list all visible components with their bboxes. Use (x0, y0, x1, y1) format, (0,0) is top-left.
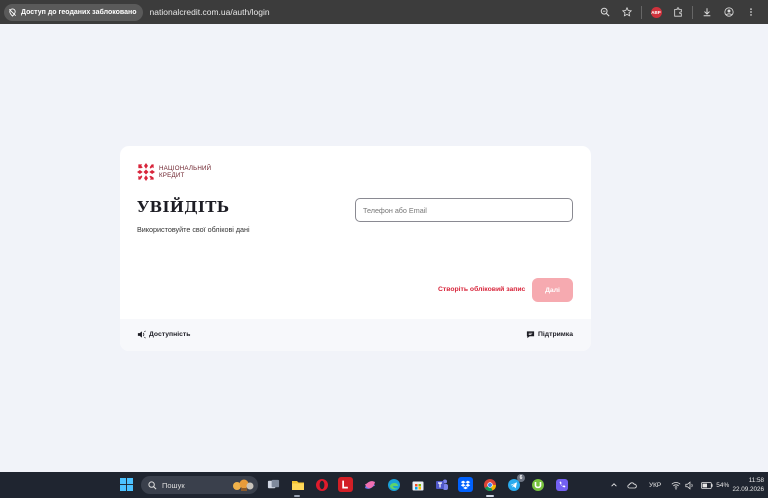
geo-blocked-label: Доступ до геоданих заблоковано (21, 8, 137, 16)
download-icon[interactable] (696, 0, 718, 24)
logo-ornament-icon (137, 163, 155, 181)
toolbar-divider (641, 5, 642, 19)
copilot-icon[interactable] (362, 477, 377, 492)
telegram-icon[interactable]: 6 (506, 474, 525, 492)
geo-blocked-chip[interactable]: Доступ до геоданих заблоковано (4, 3, 143, 21)
logo-text-line1: НАЦІОНАЛЬНИЙ (159, 165, 212, 172)
edge-browser-icon[interactable] (386, 477, 401, 492)
search-highlight-icon (231, 478, 255, 492)
windows-taskbar: Пошук 6 УКР 54% 11:58 22.09.2026 (0, 472, 768, 498)
teams-icon[interactable] (434, 477, 449, 492)
next-button[interactable]: Далі (532, 278, 573, 302)
login-title: УВІЙДІТЬ (137, 198, 230, 216)
system-tray: УКР 54% (607, 472, 729, 498)
taskbar-clock[interactable]: 11:58 22.09.2026 (732, 476, 764, 494)
address-bar-url[interactable]: nationalcredit.com.ua/auth/login (150, 7, 270, 17)
location-off-icon (8, 7, 17, 17)
windows-start-icon[interactable] (119, 477, 134, 492)
accessibility-link[interactable]: Доступність (137, 330, 190, 339)
task-view-icon[interactable] (266, 477, 281, 492)
dropbox-icon[interactable] (458, 477, 473, 492)
search-icon (148, 480, 157, 490)
national-credit-logo[interactable]: НАЦІОНАЛЬНИЙ КРЕДИТ (137, 163, 211, 181)
search-label: Пошук (162, 480, 185, 490)
taskbar-search[interactable]: Пошук (141, 476, 258, 494)
telegram-badge: 6 (517, 474, 525, 482)
accessibility-label: Доступність (149, 331, 191, 338)
logo-text-line2: КРЕДИТ (159, 172, 185, 179)
store-icon[interactable] (410, 477, 425, 492)
chrome-browser-icon[interactable] (482, 477, 497, 492)
file-explorer-icon[interactable] (290, 477, 305, 492)
support-label: Підтримка (538, 331, 573, 338)
wifi-icon[interactable] (669, 481, 683, 490)
adblock-extension-icon[interactable]: ABP (645, 0, 667, 24)
accessibility-icon (137, 330, 146, 339)
login-card: НАЦІОНАЛЬНИЙ КРЕДИТ УВІЙДІТЬ Використову… (120, 146, 591, 351)
browser-toolbar: Доступ до геоданих заблоковано nationalc… (0, 0, 768, 24)
phone-or-email-input[interactable] (355, 198, 573, 222)
bookmark-star-icon[interactable] (616, 0, 638, 24)
utorrent-icon[interactable] (530, 477, 545, 492)
profile-icon[interactable] (718, 0, 740, 24)
letter-l-app-icon[interactable] (338, 477, 353, 492)
logo-text: НАЦІОНАЛЬНИЙ КРЕДИТ (159, 165, 211, 179)
chevron-up-icon[interactable] (607, 481, 621, 489)
browser-menu-icon[interactable] (740, 0, 762, 24)
battery-percent: 54% (716, 481, 730, 489)
clock-date: 22.09.2026 (732, 486, 764, 493)
login-subtitle: Використовуйте свої облікові дані (137, 225, 250, 234)
running-indicator (294, 495, 300, 497)
card-footer: Доступність Підтримка (120, 319, 591, 351)
chat-support-icon (526, 330, 535, 339)
battery-icon[interactable] (700, 481, 714, 489)
clock-time: 11:58 (748, 477, 764, 484)
support-link[interactable]: Підтримка (526, 330, 573, 339)
viber-icon[interactable] (554, 477, 569, 492)
opera-browser-icon[interactable] (314, 477, 329, 492)
volume-icon[interactable] (683, 480, 697, 490)
toolbar-divider (692, 5, 693, 19)
active-app-indicator (486, 495, 494, 497)
cloud-sync-icon[interactable] (625, 481, 639, 490)
extensions-puzzle-icon[interactable] (667, 0, 689, 24)
create-account-link[interactable]: Створіть обліковий запис (438, 286, 525, 293)
zoom-icon[interactable] (594, 0, 616, 24)
input-language[interactable]: УКР (649, 482, 661, 489)
